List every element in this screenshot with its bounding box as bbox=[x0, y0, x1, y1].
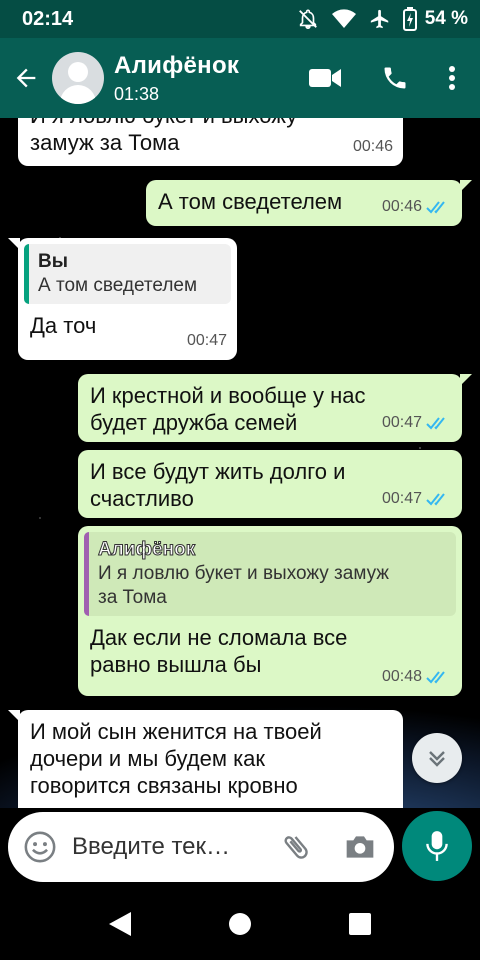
voice-record-button[interactable] bbox=[402, 811, 472, 881]
emoji-icon bbox=[24, 831, 56, 863]
scroll-to-bottom-button[interactable] bbox=[412, 733, 462, 783]
message-input[interactable] bbox=[72, 833, 262, 861]
read-ticks-icon bbox=[426, 200, 445, 213]
back-button[interactable] bbox=[6, 53, 46, 103]
attach-button[interactable] bbox=[276, 827, 316, 867]
message-time: 00:47 bbox=[186, 332, 227, 349]
message-outgoing[interactable]: И крестной и вообще у нас будет дружба с… bbox=[78, 374, 472, 442]
quoted-message[interactable]: Вы А том сведетелем bbox=[24, 244, 231, 304]
message-text: И мой сын женится на твоей дочери и мы б… bbox=[30, 719, 322, 798]
back-arrow-icon bbox=[16, 68, 36, 88]
wifi-icon bbox=[331, 9, 357, 29]
video-call-icon bbox=[309, 69, 341, 87]
message-outgoing[interactable]: И все будут жить долго и счастливо 00:47 bbox=[78, 450, 462, 518]
message-incoming[interactable]: И я ловлю букет и выхожу замуж за Тома 0… bbox=[18, 118, 403, 166]
quoted-author: Вы bbox=[38, 251, 68, 272]
nav-home-button[interactable] bbox=[225, 909, 255, 939]
nav-recents-button[interactable] bbox=[345, 909, 375, 939]
message-text: И я ловлю букет и выхожу замуж за Тома bbox=[30, 118, 297, 155]
message-time: 00:47 bbox=[382, 409, 452, 436]
composer bbox=[0, 808, 480, 888]
message-time: 00:48 bbox=[382, 663, 452, 690]
read-ticks-icon bbox=[426, 416, 445, 429]
quoted-text: И я ловлю букет и выхожу замуж за Тома bbox=[98, 563, 390, 608]
back-triangle-icon bbox=[109, 912, 131, 936]
avatar[interactable] bbox=[52, 52, 104, 104]
camera-icon bbox=[346, 836, 374, 858]
message-outgoing[interactable]: А том сведетелем 00:46 bbox=[146, 180, 472, 226]
quoted-message[interactable]: Алифёнок И я ловлю букет и выхожу замуж … bbox=[84, 532, 456, 616]
quoted-author: Алифёнок bbox=[98, 539, 196, 561]
emoji-button[interactable] bbox=[22, 829, 58, 865]
system-nav-bar bbox=[0, 888, 480, 960]
status-bar: 02:14 54 % bbox=[0, 0, 480, 38]
voice-call-button[interactable] bbox=[360, 50, 430, 106]
mic-icon bbox=[426, 831, 448, 861]
message-time: 00:46 bbox=[382, 193, 452, 220]
quoted-text: А том сведетелем bbox=[38, 275, 198, 296]
phone-icon bbox=[384, 67, 406, 89]
more-vert-icon bbox=[449, 66, 455, 90]
mute-icon bbox=[297, 8, 319, 30]
message-time: 00:47 bbox=[382, 485, 452, 512]
contact-subtitle: 01:38 bbox=[114, 83, 160, 104]
read-ticks-icon bbox=[426, 492, 445, 505]
contact-name: Алифёнок bbox=[114, 51, 240, 79]
message-outgoing[interactable]: Алифёнок И я ловлю букет и выхожу замуж … bbox=[78, 526, 462, 696]
message-incoming[interactable]: И мой сын женится на твоей дочери и мы б… bbox=[8, 710, 403, 808]
message-list[interactable]: И я ловлю букет и выхожу замуж за Тома 0… bbox=[0, 118, 480, 808]
chat-header: Алифёнок 01:38 bbox=[0, 38, 480, 118]
video-call-button[interactable] bbox=[290, 50, 360, 106]
message-incoming[interactable]: Вы А том сведетелем Да точ 00:47 bbox=[8, 238, 237, 360]
nav-back-button[interactable] bbox=[105, 909, 135, 939]
recents-square-icon bbox=[349, 913, 371, 935]
contact-info[interactable]: Алифёнок 01:38 bbox=[114, 52, 239, 105]
home-circle-icon bbox=[229, 913, 251, 935]
message-time: 00:46 bbox=[352, 138, 393, 155]
battery-percent: 54 % bbox=[424, 8, 468, 29]
double-chevron-down-icon bbox=[429, 751, 445, 767]
camera-button[interactable] bbox=[340, 827, 380, 867]
battery-charging-icon bbox=[402, 7, 417, 31]
status-time: 02:14 bbox=[22, 7, 74, 30]
attach-icon bbox=[284, 836, 308, 859]
more-options-button[interactable] bbox=[430, 50, 474, 106]
message-input-container bbox=[8, 812, 394, 882]
airplane-icon bbox=[369, 8, 391, 30]
read-ticks-icon bbox=[426, 670, 445, 683]
